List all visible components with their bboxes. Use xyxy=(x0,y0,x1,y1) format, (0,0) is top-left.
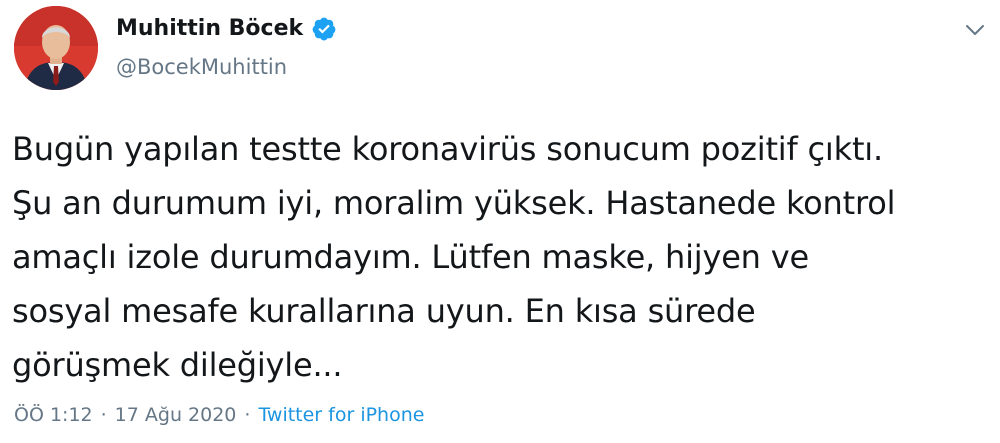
tweet-text-line: Bugün yapılan testte koronavirüs sonucum… xyxy=(12,130,883,168)
tweet-text-line: amaçlı izole durumdayım. Lütfen maske, h… xyxy=(12,238,809,276)
tweet-text: Bugün yapılan testte koronavirüs sonucum… xyxy=(12,122,987,392)
author-handle[interactable]: @BocekMuhittin xyxy=(116,52,287,82)
chevron-down-icon xyxy=(965,22,985,41)
meta-separator: · xyxy=(100,404,107,426)
tweet-time[interactable]: ÖÖ 1:12 xyxy=(14,400,93,430)
tweet-card: Muhittin Böcek @BocekMuhittin Bugün yapı… xyxy=(0,0,1000,443)
avatar[interactable] xyxy=(14,6,98,90)
tweet-meta: ÖÖ 1:12 · 17 Ağu 2020 · Twitter for iPho… xyxy=(14,400,424,430)
tweet-date[interactable]: 17 Ağu 2020 xyxy=(115,400,237,430)
meta-separator: · xyxy=(244,404,251,426)
author-name-row: Muhittin Böcek xyxy=(116,14,337,44)
display-name[interactable]: Muhittin Böcek xyxy=(116,14,303,44)
tweet-source-link[interactable]: Twitter for iPhone xyxy=(258,400,424,430)
tweet-text-line: sosyal mesafe kurallarına uyun. En kısa … xyxy=(12,292,756,330)
verified-badge-icon xyxy=(311,16,337,42)
tweet-text-line: Şu an durumum iyi, moralim yüksek. Hasta… xyxy=(12,184,896,222)
tweet-menu-button[interactable] xyxy=(960,16,990,46)
tweet-text-line: görüşmek dileğiyle... xyxy=(12,346,343,384)
